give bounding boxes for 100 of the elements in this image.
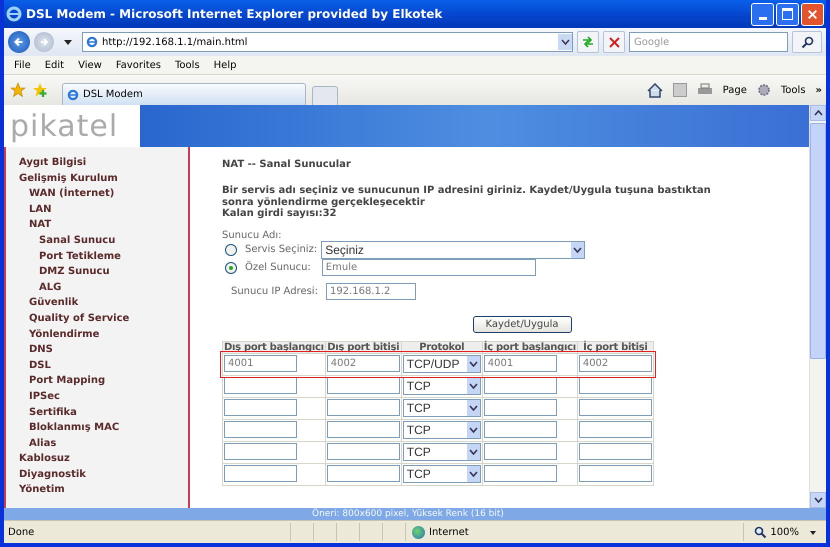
sidebar-link[interactable]: LAN <box>6 204 188 220</box>
browser-tab[interactable]: DSL Modem <box>62 83 306 105</box>
port-input[interactable]: 4001 <box>224 355 297 372</box>
sidebar-link[interactable]: Aygıt Bilgisi <box>6 157 188 173</box>
port-input[interactable]: 4001 <box>484 355 557 372</box>
sidebar-link[interactable]: ALG <box>6 282 188 298</box>
stop-button[interactable] <box>603 31 625 53</box>
add-star-icon[interactable] <box>32 82 48 98</box>
globe-icon <box>412 526 425 538</box>
gear-icon[interactable] <box>756 83 771 97</box>
dropdown-button[interactable] <box>558 34 572 50</box>
port-input[interactable] <box>326 377 400 394</box>
sidebar-link[interactable]: NAT <box>6 219 188 235</box>
search-button[interactable] <box>792 31 822 53</box>
port-input[interactable] <box>326 399 400 416</box>
port-input[interactable] <box>224 377 297 394</box>
port-input[interactable]: 4002 <box>326 355 400 372</box>
protocol-dropdown[interactable]: TCP <box>402 464 481 482</box>
printer-icon[interactable] <box>696 83 713 97</box>
port-input[interactable] <box>578 465 652 482</box>
sidebar-link[interactable]: Sertifika <box>6 406 188 422</box>
ip-address-input[interactable]: 192.168.1.2 <box>326 282 416 300</box>
sidebar-link[interactable]: Diyagnostik <box>6 468 188 484</box>
port-input[interactable] <box>578 443 652 460</box>
port-input[interactable] <box>578 399 652 416</box>
port-input[interactable] <box>484 443 557 460</box>
menu-item[interactable]: Help <box>214 60 236 70</box>
protocol-dropdown[interactable]: TCP <box>402 376 481 394</box>
radio-button[interactable] <box>225 244 237 256</box>
save-apply-button[interactable]: Kaydet/Uygula <box>472 316 572 332</box>
refresh-button[interactable] <box>577 31 599 53</box>
port-input[interactable] <box>484 421 557 438</box>
caret-icon <box>468 448 478 454</box>
port-input[interactable] <box>484 377 557 394</box>
sidebar-link[interactable]: Güvenlik <box>6 297 188 313</box>
column-header: Dış port bitişi <box>326 342 401 352</box>
sidebar-link[interactable]: DNS <box>6 344 188 360</box>
menu-item[interactable]: Edit <box>44 60 64 70</box>
new-tab-button[interactable] <box>312 86 338 105</box>
port-input[interactable]: 4002 <box>578 355 652 372</box>
page-icon <box>67 88 79 100</box>
scroll-down-button[interactable] <box>810 492 826 508</box>
protocol-dropdown[interactable]: TCP <box>402 420 481 438</box>
right-arrow-icon <box>38 36 50 48</box>
port-input[interactable] <box>578 421 652 438</box>
scrollbar[interactable] <box>809 105 826 508</box>
sidebar-link[interactable]: Quality of Service <box>6 312 188 329</box>
service-dropdown[interactable]: Seçiniz <box>321 240 586 258</box>
sidebar-link[interactable]: WAN (İnternet) <box>6 188 188 204</box>
home-icon[interactable] <box>646 82 663 98</box>
port-input[interactable] <box>224 443 297 460</box>
close-button[interactable] <box>801 2 824 26</box>
port-input[interactable] <box>484 399 557 416</box>
protocol-dropdown[interactable]: TCP/UDP <box>402 354 481 372</box>
star-icon[interactable] <box>10 82 26 98</box>
sidebar-link[interactable]: Sanal Sunucu <box>6 234 188 251</box>
refresh-icon <box>581 36 595 48</box>
caret-icon <box>468 360 478 366</box>
menu-item[interactable]: Favorites <box>116 60 162 70</box>
protocol-dropdown[interactable]: TCP <box>402 442 481 460</box>
tools-menu[interactable]: Tools <box>780 84 806 96</box>
port-input[interactable] <box>578 377 652 394</box>
maximize-button[interactable] <box>776 2 799 26</box>
port-input[interactable] <box>484 465 557 482</box>
scroll-thumb[interactable] <box>810 123 826 359</box>
port-input[interactable] <box>224 421 297 438</box>
address-field[interactable]: http://192.168.1.1/main.html <box>82 32 573 52</box>
port-input[interactable] <box>224 465 297 482</box>
menu-item[interactable]: Tools <box>175 60 200 70</box>
server-name-input[interactable]: Emule <box>322 259 536 276</box>
more-chevron[interactable]: » <box>816 84 822 96</box>
protocol-dropdown[interactable]: TCP <box>402 398 481 416</box>
sidebar-link[interactable]: Bloklanmış MAC <box>6 422 188 438</box>
port-input[interactable] <box>224 399 297 416</box>
port-input[interactable] <box>326 465 400 482</box>
feed-icon[interactable] <box>672 83 687 97</box>
radio-button[interactable] <box>225 262 237 274</box>
resolution-hint: Öneri: 800x600 pixel, Yüksek Renk (16 bit) <box>312 509 504 519</box>
sidebar-link[interactable]: Alias <box>6 438 188 454</box>
port-input[interactable] <box>326 421 400 438</box>
back-button[interactable] <box>8 31 30 53</box>
sidebar-link[interactable]: Yönetim <box>6 484 188 500</box>
instruction-text: Kalan girdi sayısı:32 <box>222 208 336 220</box>
sidebar-link[interactable]: Port Mapping <box>6 375 188 391</box>
sidebar-link[interactable]: Yönlendirme <box>6 328 188 344</box>
sidebar-link[interactable]: DSL <box>6 360 188 376</box>
minimize-button[interactable] <box>751 2 774 26</box>
menu-item[interactable]: View <box>78 60 102 70</box>
scroll-up-button[interactable] <box>810 105 826 121</box>
sidebar-link[interactable]: Port Tetikleme <box>6 250 188 266</box>
port-input[interactable] <box>326 443 400 460</box>
sidebar-link[interactable]: Kablosuz <box>6 453 188 469</box>
sidebar-link[interactable]: DMZ Sunucu <box>6 266 188 282</box>
menu-item[interactable]: File <box>14 60 31 70</box>
window-title: DSL Modem - Microsoft Internet Explorer provided by Elkotek <box>26 7 442 21</box>
page-menu[interactable]: Page <box>722 84 747 96</box>
zoom-level[interactable]: 100% <box>743 523 826 541</box>
field-label: Sunucu IP Adresi: <box>231 286 318 296</box>
caret-icon <box>468 470 478 476</box>
sidebar-link[interactable]: IPSec <box>6 390 188 406</box>
